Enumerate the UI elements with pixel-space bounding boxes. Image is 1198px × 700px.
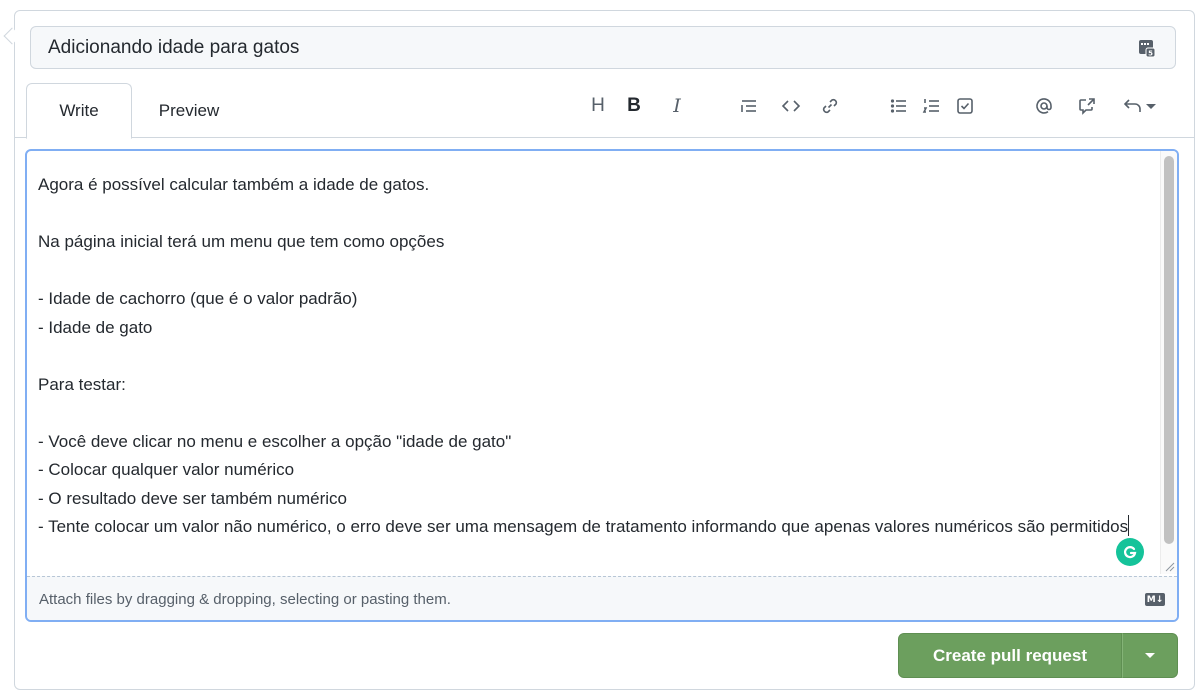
text-cursor: [1128, 515, 1130, 536]
code-icon[interactable]: [776, 89, 806, 123]
tab-write[interactable]: Write: [26, 83, 132, 139]
saved-replies-icon[interactable]: 5: [1136, 37, 1158, 59]
quote-icon[interactable]: [734, 89, 764, 123]
create-options-dropdown[interactable]: [1122, 633, 1178, 678]
markdown-icon[interactable]: M↓: [1145, 593, 1165, 606]
title-input-value[interactable]: Adicionando idade para gatos: [48, 37, 1136, 59]
create-pr-button-group: Create pull request: [898, 633, 1178, 678]
chevron-down-icon: [1145, 653, 1155, 658]
reply-icon[interactable]: [1114, 89, 1164, 123]
description-textarea[interactable]: Agora é possível calcular também a idade…: [38, 171, 1148, 542]
chevron-down-icon: [1145, 103, 1156, 109]
svg-text:5: 5: [1148, 49, 1153, 57]
create-pull-request-button[interactable]: Create pull request: [898, 633, 1122, 678]
heading-icon[interactable]: H: [583, 89, 613, 123]
scrollbar-thumb[interactable]: [1164, 156, 1174, 544]
mention-icon[interactable]: [1029, 89, 1059, 123]
cross-reference-icon[interactable]: [1072, 89, 1102, 123]
numbered-list-icon[interactable]: [917, 89, 947, 123]
attach-files-hint[interactable]: Attach files by dragging & dropping, sel…: [39, 591, 1145, 608]
grammarly-icon[interactable]: [1116, 538, 1144, 566]
attach-files-bar[interactable]: Attach files by dragging & dropping, sel…: [27, 576, 1177, 620]
italic-icon[interactable]: I: [662, 89, 692, 123]
link-icon[interactable]: [815, 89, 845, 123]
editor-scrollbar[interactable]: [1160, 151, 1177, 574]
description-text: Agora é possível calcular também a idade…: [38, 175, 1129, 536]
tab-preview[interactable]: Preview: [134, 83, 244, 138]
title-input[interactable]: Adicionando idade para gatos 5: [30, 26, 1176, 69]
description-editor[interactable]: Agora é possível calcular também a idade…: [25, 149, 1179, 622]
bold-icon[interactable]: B: [619, 89, 649, 123]
task-list-icon[interactable]: [950, 89, 980, 123]
bulleted-list-icon[interactable]: [884, 89, 914, 123]
resize-handle-icon[interactable]: [1163, 560, 1175, 572]
